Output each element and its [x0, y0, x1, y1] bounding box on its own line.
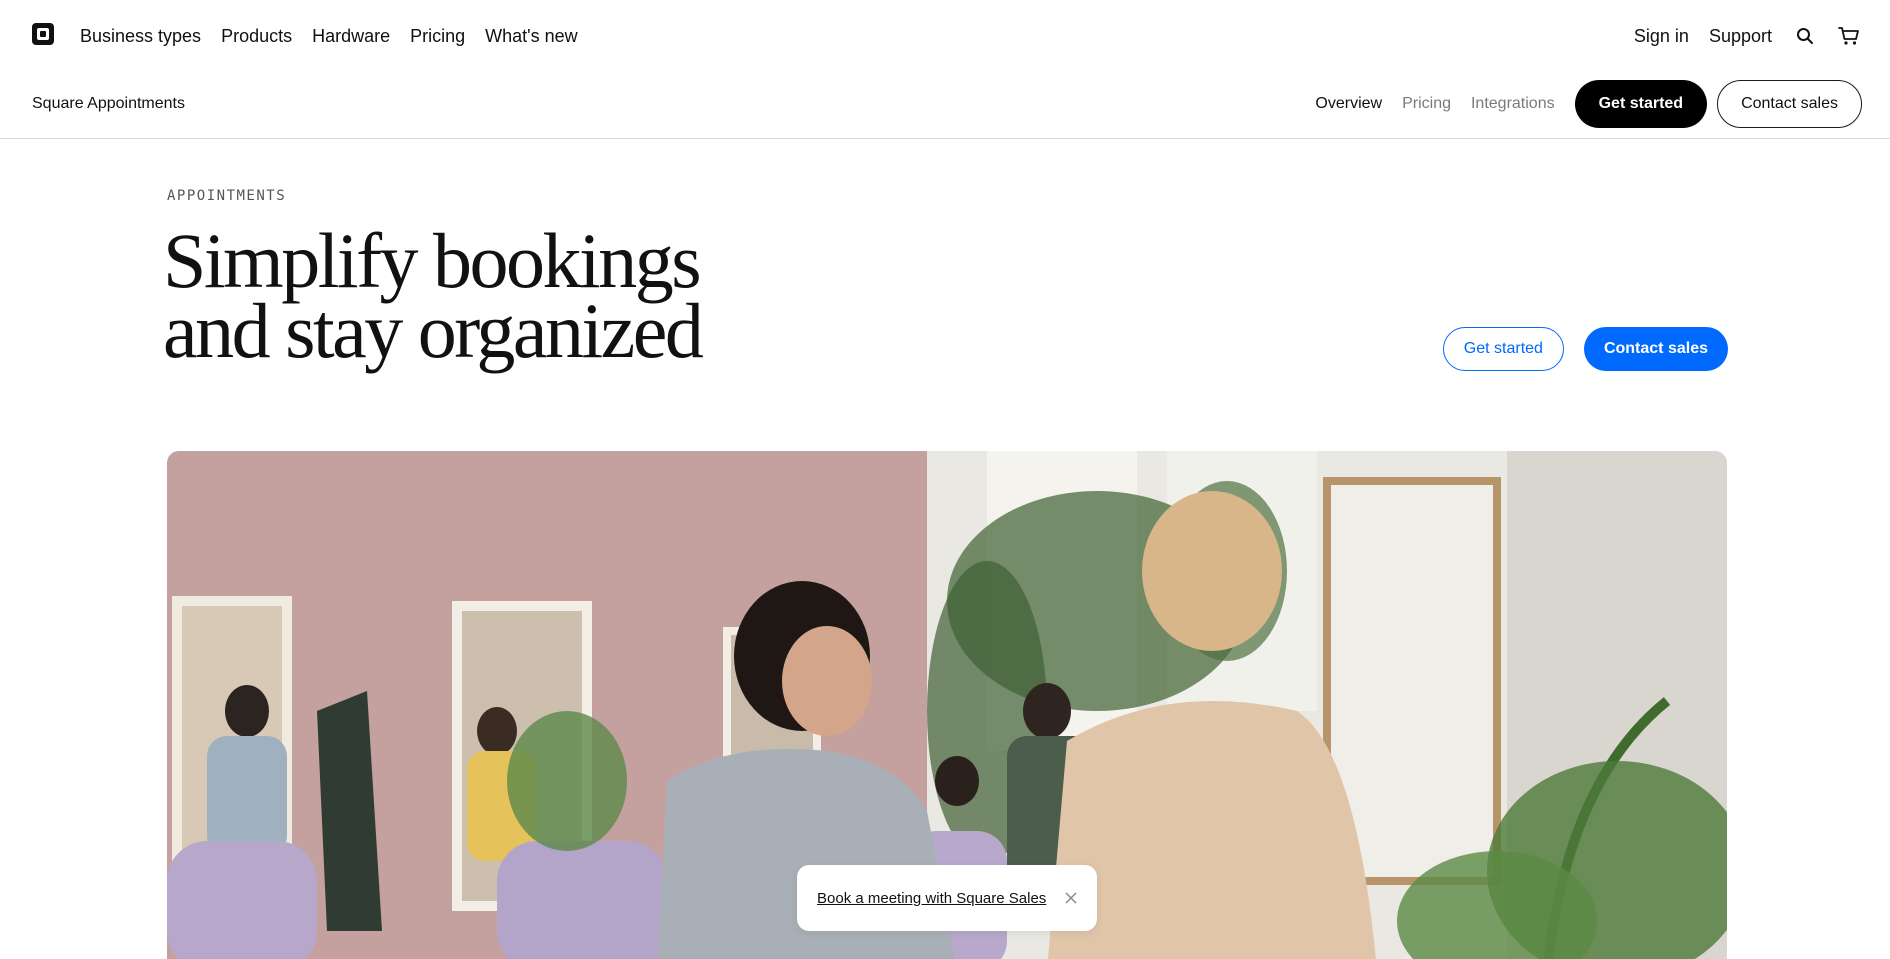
- primary-nav-links: Business types Products Hardware Pricing…: [80, 24, 598, 48]
- nav-whats-new[interactable]: What's new: [485, 24, 577, 48]
- book-meeting-link[interactable]: Book a meeting with Square Sales: [817, 890, 1046, 907]
- hero-cta-group: Get started Contact sales: [1442, 327, 1728, 371]
- square-logo-icon[interactable]: [32, 23, 54, 45]
- utility-nav: Sign in Support: [1614, 24, 1860, 48]
- sales-meeting-toast: Book a meeting with Square Sales: [797, 865, 1097, 931]
- hero-get-started-button[interactable]: Get started: [1442, 327, 1564, 371]
- tab-pricing[interactable]: Pricing: [1402, 93, 1451, 115]
- logo-core: [40, 31, 46, 37]
- sub-nav-links: Overview Pricing Integrations Get starte…: [1315, 80, 1862, 128]
- cart-icon[interactable]: [1838, 25, 1860, 47]
- product-name[interactable]: Square Appointments: [32, 93, 185, 115]
- product-sub-navigation: Square Appointments Overview Pricing Int…: [0, 70, 1890, 139]
- tab-integrations[interactable]: Integrations: [1471, 93, 1555, 115]
- hero-contact-sales-button[interactable]: Contact sales: [1583, 327, 1728, 371]
- top-navigation: Business types Products Hardware Pricing…: [0, 0, 1890, 70]
- tab-overview[interactable]: Overview: [1315, 93, 1382, 115]
- subnav-contact-sales-button[interactable]: Contact sales: [1717, 80, 1862, 128]
- subnav-get-started-button[interactable]: Get started: [1574, 80, 1708, 128]
- nav-hardware[interactable]: Hardware: [312, 24, 390, 48]
- support-link[interactable]: Support: [1709, 24, 1772, 48]
- search-icon[interactable]: [1794, 25, 1816, 47]
- headline-line-1: Simplify bookings: [163, 217, 702, 304]
- page-title: Simplify bookings and stay organized: [163, 217, 863, 374]
- nav-pricing[interactable]: Pricing: [410, 24, 465, 48]
- nav-business-types[interactable]: Business types: [80, 24, 201, 48]
- headline-line-2: and stay organized: [163, 287, 704, 374]
- close-icon[interactable]: [1064, 891, 1078, 905]
- nav-products[interactable]: Products: [221, 24, 292, 48]
- hero-eyebrow: APPOINTMENTS: [167, 188, 287, 204]
- sign-in-link[interactable]: Sign in: [1634, 24, 1689, 48]
